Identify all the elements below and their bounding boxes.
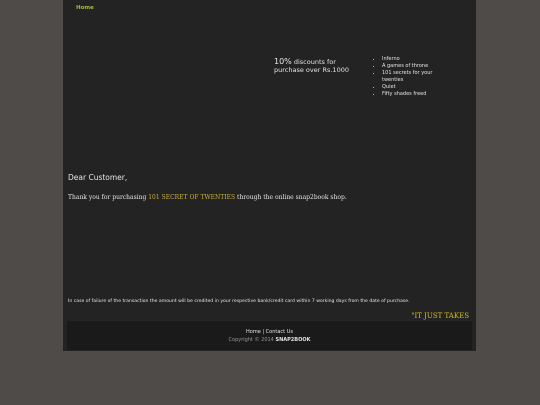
- book-list-item[interactable]: A games of throne: [382, 63, 448, 70]
- brand-name: SNAP2BOOK: [275, 337, 311, 343]
- refund-note: In case of failure of the transaction th…: [68, 299, 410, 304]
- book-list-item[interactable]: 101 secrets for your twenties: [382, 70, 448, 84]
- book-list-item[interactable]: Fifty shades freed: [382, 91, 448, 98]
- greeting-text: Dear Customer,: [68, 173, 128, 182]
- footer-home-link[interactable]: Home: [246, 329, 261, 335]
- book-list: Inferno A games of throne 101 secrets fo…: [371, 56, 448, 98]
- promo-percent: 10%: [274, 57, 292, 66]
- copyright-text: Copyright © 2014 SNAP2BOOK: [67, 337, 472, 343]
- thank-you-message: Thank you for purchasing 101 SECRET OF T…: [68, 194, 347, 201]
- footer-contact-link[interactable]: Contact Us: [266, 329, 293, 335]
- promo-text-line1: discounts for: [293, 58, 336, 66]
- thanks-suffix: through the online snap2book shop.: [235, 194, 347, 201]
- book-list-item[interactable]: Inferno: [382, 56, 448, 63]
- product-name: 101 SECRET OF TWENTIES: [148, 194, 236, 201]
- promo-banner: 10% discounts for purchase over Rs.1000: [274, 57, 354, 75]
- promo-text-line2: purchase over Rs.1000: [274, 66, 349, 74]
- footer-links: Home | Contact Us: [67, 329, 472, 335]
- page-container: Home 10% discounts for purchase over Rs.…: [63, 0, 476, 351]
- footer: Home | Contact Us Copyright © 2014 SNAP2…: [67, 321, 472, 350]
- tagline-text: "IT JUST TAKES: [411, 312, 469, 320]
- copyright-prefix: Copyright © 2014: [228, 337, 276, 343]
- book-list-item[interactable]: Quiet: [382, 84, 448, 91]
- nav-home-link[interactable]: Home: [76, 5, 94, 11]
- thanks-prefix: Thank you for purchasing: [68, 194, 149, 201]
